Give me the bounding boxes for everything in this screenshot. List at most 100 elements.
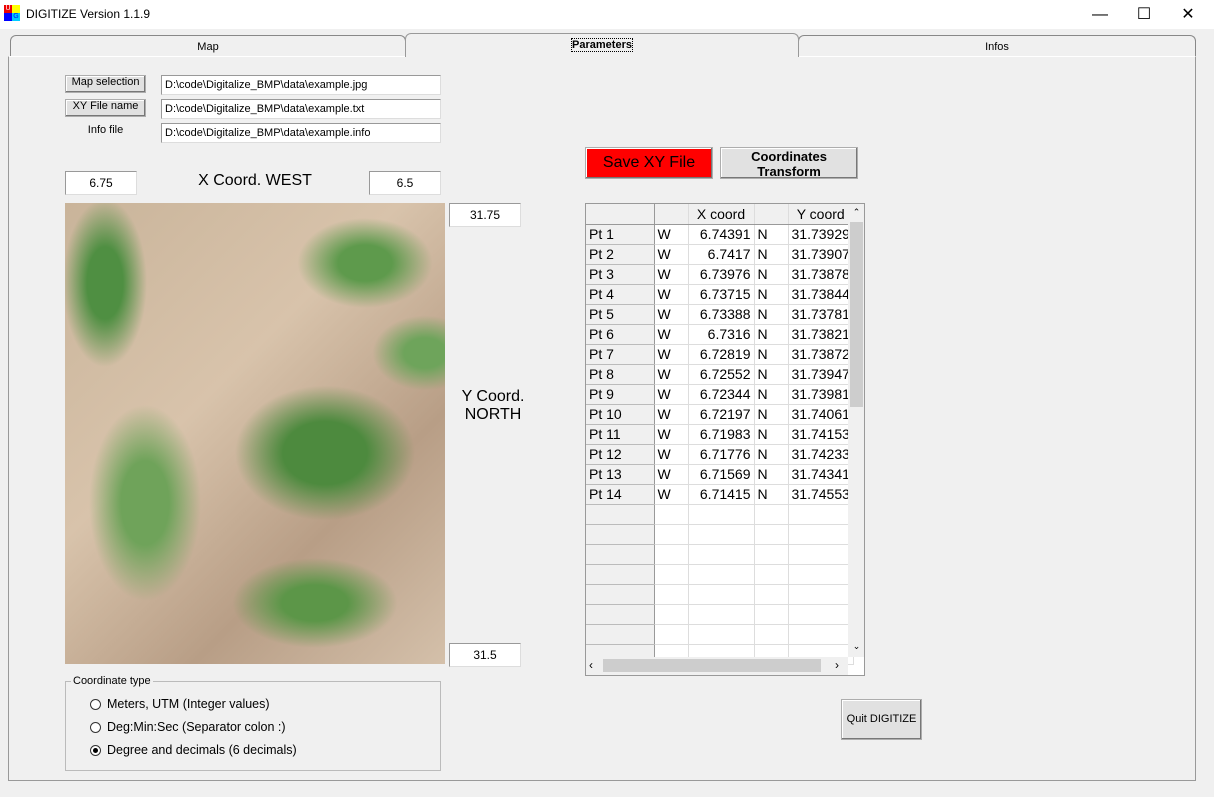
table-row[interactable]: Pt 1 W 6.74391 N 31.73929	[586, 224, 854, 245]
x-direction[interactable]	[654, 524, 689, 545]
tab-map[interactable]: Map	[10, 35, 406, 57]
x-coord-cell[interactable]: 6.71776	[688, 444, 755, 465]
minimize-icon[interactable]: —	[1078, 0, 1122, 29]
coordinates-transform-button[interactable]: Coordinates Transform	[720, 147, 858, 179]
save-xy-file-button[interactable]: Save XY File	[585, 147, 713, 179]
y-direction[interactable]: N	[754, 224, 789, 245]
x-direction[interactable]: W	[654, 244, 689, 265]
y-coord-cell[interactable]	[788, 564, 854, 585]
row-label[interactable]: Pt 3	[586, 264, 655, 285]
scroll-left-icon[interactable]: ‹	[589, 658, 593, 672]
empty-table-row[interactable]	[586, 504, 854, 525]
x-coord-cell[interactable]	[688, 604, 755, 625]
row-label[interactable]	[586, 584, 655, 605]
y-coord-cell[interactable]: 31.73821	[788, 324, 854, 345]
empty-table-row[interactable]	[586, 524, 854, 545]
tab-infos[interactable]: Infos	[798, 35, 1196, 57]
x-direction[interactable]	[654, 544, 689, 565]
y-direction[interactable]	[754, 564, 789, 585]
x-direction[interactable]	[654, 564, 689, 585]
x-coord-cell[interactable]: 6.73976	[688, 264, 755, 285]
table-row[interactable]: Pt 2 W 6.7417 N 31.73907	[586, 244, 854, 265]
x-direction[interactable]: W	[654, 404, 689, 425]
x-coord-cell[interactable]: 6.72552	[688, 364, 755, 385]
y-bottom-field[interactable]: 31.5	[449, 643, 521, 667]
x-direction[interactable]: W	[654, 264, 689, 285]
radio-degree-decimals[interactable]: Degree and decimals (6 decimals)	[90, 743, 297, 757]
table-row[interactable]: Pt 8 W 6.72552 N 31.73947	[586, 364, 854, 385]
table-row[interactable]: Pt 5 W 6.73388 N 31.73781	[586, 304, 854, 325]
radio-deg-min-sec[interactable]: Deg:Min:Sec (Separator colon :)	[90, 720, 286, 734]
x-coord-cell[interactable]	[688, 564, 755, 585]
y-direction[interactable]	[754, 504, 789, 525]
radio-button-selected[interactable]	[90, 745, 101, 757]
y-coord-cell[interactable]: 31.73907	[788, 244, 854, 265]
y-coord-cell[interactable]	[788, 524, 854, 545]
y-direction[interactable]: N	[754, 404, 789, 425]
x-coord-cell[interactable]	[688, 504, 755, 525]
y-top-field[interactable]: 31.75	[449, 203, 521, 227]
x-direction[interactable]: W	[654, 364, 689, 385]
empty-table-row[interactable]	[586, 584, 854, 605]
x-coord-cell[interactable]: 6.7316	[688, 324, 755, 345]
row-label[interactable]	[586, 564, 655, 585]
row-label[interactable]: Pt 13	[586, 464, 655, 485]
table-row[interactable]: Pt 3 W 6.73976 N 31.73878	[586, 264, 854, 285]
maximize-icon[interactable]: ☐	[1122, 0, 1166, 29]
y-coord-cell[interactable]: 31.73781	[788, 304, 854, 325]
y-direction[interactable]: N	[754, 424, 789, 445]
row-label[interactable]: Pt 7	[586, 344, 655, 365]
x-direction[interactable]: W	[654, 324, 689, 345]
table-row[interactable]: Pt 9 W 6.72344 N 31.73981	[586, 384, 854, 405]
y-coord-cell[interactable]	[788, 604, 854, 625]
y-direction[interactable]: N	[754, 444, 789, 465]
y-coord-cell[interactable]: 31.74153	[788, 424, 854, 445]
x-coord-cell[interactable]: 6.74391	[688, 224, 755, 245]
x-right-field[interactable]: 6.5	[369, 171, 441, 195]
x-direction[interactable]	[654, 624, 689, 645]
table-row[interactable]: Pt 11 W 6.71983 N 31.74153	[586, 424, 854, 445]
scroll-up-icon[interactable]: ⌃	[848, 204, 864, 220]
xy-file-name-button[interactable]: XY File name	[65, 99, 146, 117]
row-label[interactable]: Pt 9	[586, 384, 655, 405]
quit-button[interactable]: Quit DIGITIZE	[841, 699, 922, 740]
row-label[interactable]: Pt 10	[586, 404, 655, 425]
header-y-coord[interactable]: Y coord	[788, 204, 854, 225]
table-row[interactable]: Pt 4 W 6.73715 N 31.73844	[586, 284, 854, 305]
row-label[interactable]: Pt 4	[586, 284, 655, 305]
y-coord-cell[interactable]	[788, 544, 854, 565]
x-coord-cell[interactable]	[688, 624, 755, 645]
y-direction[interactable]: N	[754, 324, 789, 345]
tab-parameters[interactable]: Parameters	[405, 33, 799, 57]
y-direction[interactable]	[754, 524, 789, 545]
y-direction[interactable]: N	[754, 484, 789, 505]
map-path-field[interactable]: D:\code\Digitalize_BMP\data\example.jpg	[161, 75, 441, 95]
empty-table-row[interactable]	[586, 624, 854, 645]
x-direction[interactable]: W	[654, 304, 689, 325]
horizontal-scroll-thumb[interactable]	[603, 659, 821, 672]
y-coord-cell[interactable]: 31.73929	[788, 224, 854, 245]
y-direction[interactable]: N	[754, 364, 789, 385]
y-direction[interactable]: N	[754, 264, 789, 285]
vertical-scroll-thumb[interactable]	[850, 222, 863, 407]
table-row[interactable]: Pt 7 W 6.72819 N 31.73872	[586, 344, 854, 365]
x-direction[interactable]	[654, 604, 689, 625]
row-label[interactable]: Pt 14	[586, 484, 655, 505]
row-label[interactable]	[586, 624, 655, 645]
x-direction[interactable]: W	[654, 464, 689, 485]
horizontal-scrollbar[interactable]: ‹ ›	[586, 657, 848, 675]
row-label[interactable]	[586, 604, 655, 625]
row-label[interactable]	[586, 544, 655, 565]
x-direction[interactable]: W	[654, 424, 689, 445]
row-label[interactable]: Pt 2	[586, 244, 655, 265]
x-direction[interactable]	[654, 584, 689, 605]
y-direction[interactable]	[754, 624, 789, 645]
x-coord-cell[interactable]: 6.73715	[688, 284, 755, 305]
x-direction[interactable]	[654, 504, 689, 525]
row-label[interactable]: Pt 12	[586, 444, 655, 465]
table-row[interactable]: Pt 14 W 6.71415 N 31.74553	[586, 484, 854, 505]
y-coord-cell[interactable]: 31.73947	[788, 364, 854, 385]
y-direction[interactable]: N	[754, 344, 789, 365]
empty-table-row[interactable]	[586, 604, 854, 625]
header-x-coord[interactable]: X coord	[688, 204, 755, 225]
